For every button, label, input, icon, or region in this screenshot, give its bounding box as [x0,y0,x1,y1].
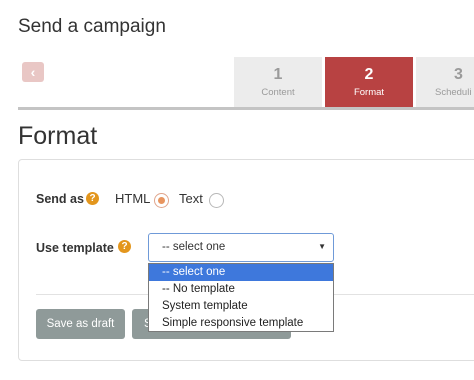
dropdown-option[interactable]: -- select one [149,264,333,281]
template-select-value: -- select one [162,241,226,253]
text-radio-label[interactable]: Text [179,191,203,206]
caret-down-icon: ▼ [318,242,326,251]
step-number: 3 [454,66,463,83]
step-scheduling[interactable]: 3 Scheduli [416,57,474,107]
dropdown-option[interactable]: System template [149,298,333,315]
back-button[interactable]: ‹ [22,62,44,82]
step-number: 1 [273,66,283,83]
dropdown-option[interactable]: Simple responsive template [149,315,333,332]
page-title: Send a campaign [18,16,166,37]
html-radio[interactable] [154,193,169,208]
step-label: Scheduli [435,87,472,98]
steps-divider [18,107,474,110]
chevron-left-icon: ‹ [30,64,36,80]
step-number: 2 [364,66,374,83]
text-radio[interactable] [209,193,224,208]
help-icon[interactable]: ? [118,240,131,253]
use-template-label: Use template [36,241,114,255]
help-icon[interactable]: ? [86,192,99,205]
template-dropdown: -- select one -- No template System temp… [148,263,334,332]
section-title: Format [18,122,98,150]
dropdown-option[interactable]: -- No template [149,281,333,298]
step-label: Format [353,87,385,98]
step-format[interactable]: 2 Format [325,57,413,107]
send-as-label: Send as [36,192,84,206]
step-content[interactable]: 1 Content [234,57,322,107]
html-radio-label[interactable]: HTML [115,191,150,206]
step-label: Content [261,87,295,98]
template-select[interactable]: -- select one ▼ [148,233,334,262]
save-draft-button[interactable]: Save as draft [36,309,125,339]
